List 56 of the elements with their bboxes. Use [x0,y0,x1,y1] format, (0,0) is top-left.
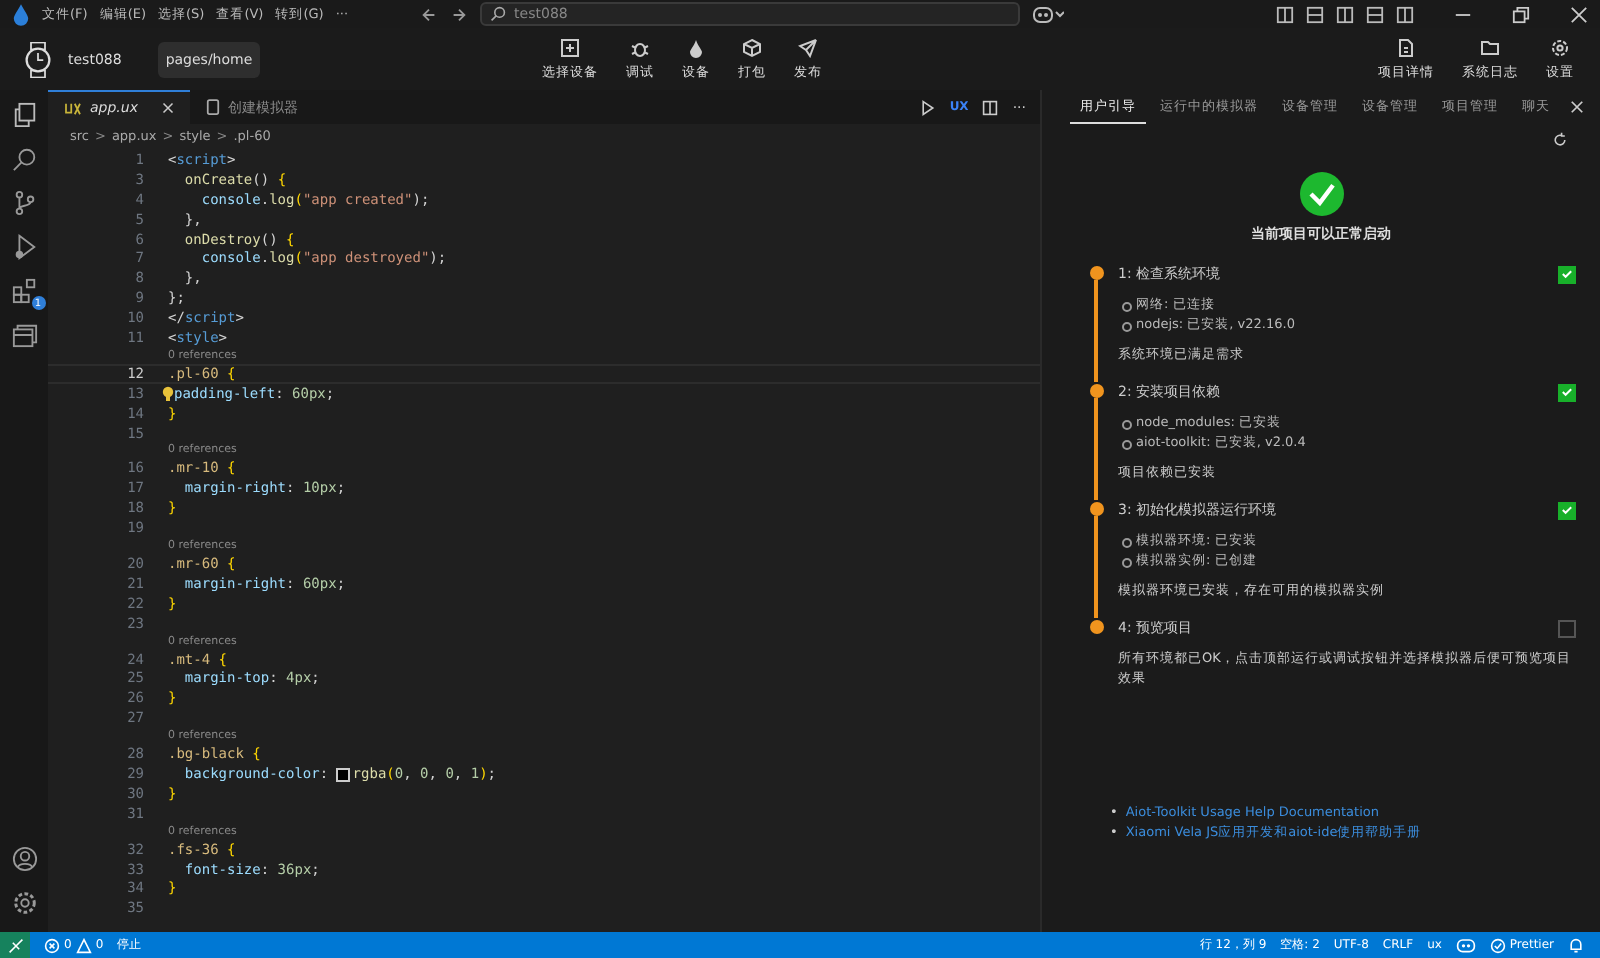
timeline-line [1094,516,1098,618]
files-icon[interactable] [11,102,37,128]
back-icon[interactable] [420,5,439,23]
layout-icon[interactable] [1336,5,1354,23]
copilot-icon[interactable] [1032,4,1065,24]
file-type-icon [64,101,82,115]
close-icon[interactable] [1570,100,1584,114]
bug-icon [630,37,650,57]
success-icon [1299,172,1343,216]
copilot-icon[interactable] [1455,936,1476,954]
check-circle-icon [1489,937,1506,953]
run-icon[interactable] [919,99,936,115]
checkbox[interactable] [1558,383,1576,401]
checkbox[interactable] [1558,619,1576,637]
run-debug-icon[interactable] [11,234,37,260]
layout-icon[interactable] [1366,5,1384,23]
error-icon [44,937,60,953]
layout-icon[interactable] [1396,5,1414,23]
checkbox[interactable] [1558,265,1576,283]
search-icon[interactable] [11,146,37,172]
color-swatch[interactable] [336,767,351,782]
settings-icon[interactable] [11,890,37,916]
timeline-dot [1089,384,1103,398]
extensions-icon[interactable] [11,278,37,304]
lightbulb-icon[interactable] [162,385,174,402]
bell-icon[interactable] [1568,937,1584,953]
warning-icon [75,937,92,953]
folder-icon [1480,37,1500,57]
restore-icon[interactable] [1512,5,1530,23]
split-editor-icon[interactable] [982,99,999,115]
gear-icon [1550,37,1570,57]
remote-icon[interactable] [0,932,30,958]
send-icon [798,37,818,57]
timeline-dot [1089,502,1103,516]
windows-icon[interactable] [11,322,37,348]
watch-icon [24,41,52,77]
layout-icon[interactable] [1276,5,1294,23]
phone-icon [205,98,220,116]
checkbox[interactable] [1558,501,1576,519]
forward-icon[interactable] [450,5,469,23]
layout-icon[interactable] [1306,5,1324,23]
close-icon[interactable] [1570,5,1588,23]
timeline-dot [1089,620,1103,634]
timeline-line [1094,398,1098,500]
branch-icon[interactable] [11,190,37,216]
drop-icon [686,37,706,57]
doc-icon [1396,37,1416,57]
timeline-dot [1089,266,1103,280]
app-logo-icon [12,3,30,25]
refresh-icon[interactable] [1552,132,1568,148]
search-icon [490,6,507,22]
close-icon[interactable] [161,102,174,114]
plus-icon [560,37,580,57]
box-icon [742,37,762,57]
timeline-line [1094,280,1098,382]
account-icon[interactable] [11,846,37,872]
